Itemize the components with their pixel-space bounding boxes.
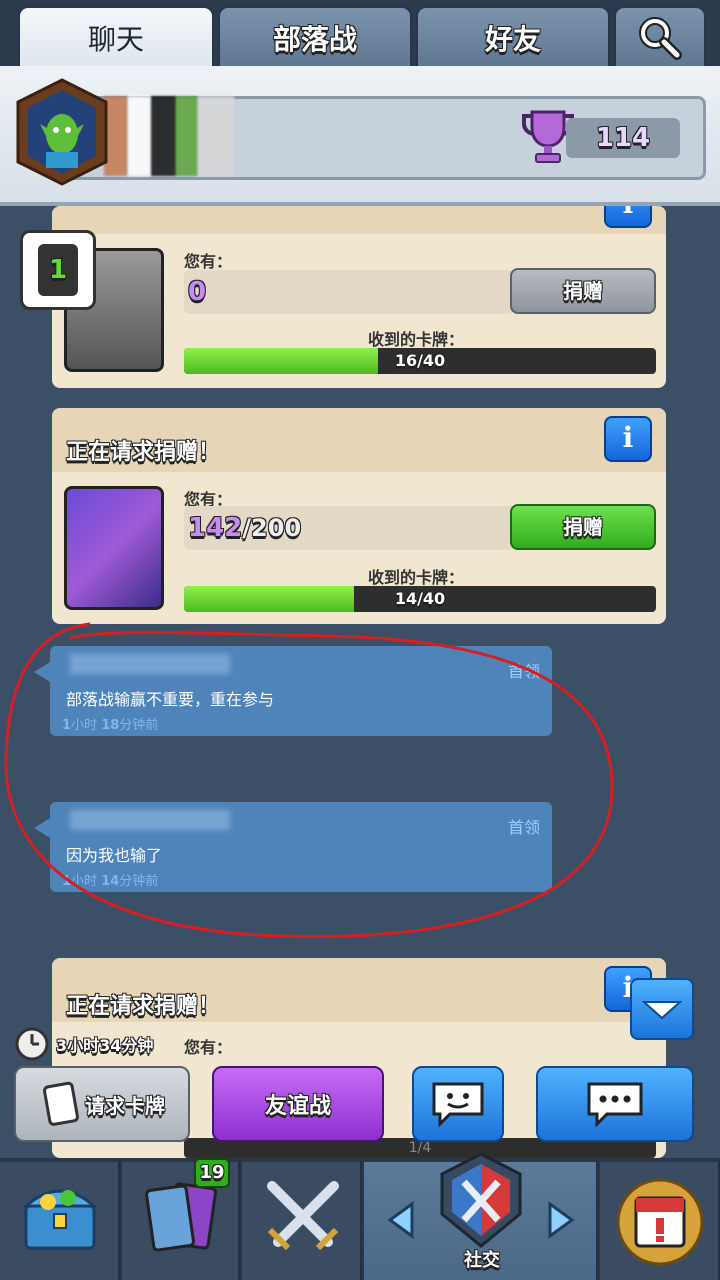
time-minutes: 14 xyxy=(101,874,120,889)
nav-shop[interactable] xyxy=(0,1162,120,1280)
clan-shield-icon xyxy=(440,1152,522,1248)
have-count-value: 0 xyxy=(188,277,207,307)
donate-button-label: 捐赠 xyxy=(563,515,603,539)
card-level-value: 1 xyxy=(48,255,68,285)
received-label: 收到的卡牌： xyxy=(368,330,465,349)
chevron-left-icon[interactable] xyxy=(386,1200,416,1240)
clock-icon xyxy=(15,1027,49,1061)
have-label: 您有： xyxy=(184,1038,233,1057)
tab-friends-label: 好友 xyxy=(484,23,541,56)
request-card-button[interactable]: 请求卡牌 xyxy=(14,1066,190,1142)
received-label: 收到的卡牌： xyxy=(368,568,465,587)
search-icon xyxy=(639,17,682,60)
chevron-down-icon xyxy=(641,1001,683,1020)
received-progress-bar: 16/40 xyxy=(184,348,656,374)
timer-text: 3小时34分钟 xyxy=(56,1036,154,1055)
redacted-sender-name xyxy=(70,810,230,830)
chat-button[interactable] xyxy=(536,1066,694,1142)
tab-clan-war[interactable]: 部落战 xyxy=(218,6,412,68)
have-label: 您有： xyxy=(184,252,233,271)
chat-timestamp: 1小时 18分钟前 xyxy=(62,714,158,733)
nav-battle[interactable] xyxy=(242,1162,362,1280)
donate-button[interactable]: 捐赠 xyxy=(510,504,656,550)
card-thumbnail xyxy=(64,486,164,610)
nav-social-label: 社交 xyxy=(464,1250,500,1271)
request-card-label: 请求卡牌 xyxy=(85,1093,165,1118)
crossed-swords-icon xyxy=(267,1181,339,1251)
clan-profile-bar: 114 xyxy=(0,66,720,206)
time-minutes: 18 xyxy=(101,718,120,733)
friendly-battle-button[interactable]: 友谊战 xyxy=(212,1066,384,1142)
nav-events[interactable] xyxy=(600,1162,720,1280)
time-hours-unit: 小时 xyxy=(71,874,98,889)
time-minutes-unit: 分钟前 xyxy=(119,718,159,733)
clan-badge-icon xyxy=(16,78,108,186)
treasure-chest-icon xyxy=(22,1189,98,1250)
chat-message: 首领 因为我也输了 1小时 14分钟前 xyxy=(34,802,552,892)
donate-button[interactable]: 捐赠 xyxy=(510,268,656,314)
card-icon xyxy=(43,1081,79,1126)
smiley-chat-icon xyxy=(432,1082,484,1128)
card-title: 正在请求捐赠！ xyxy=(66,994,221,1019)
tab-chat[interactable]: 聊天 xyxy=(18,6,214,68)
chat-message-text: 因为我也输了 xyxy=(66,846,163,865)
chat-sender-role: 首领 xyxy=(507,818,540,837)
have-count: 0 xyxy=(184,270,514,314)
redacted-clan-name xyxy=(104,96,234,176)
card-header xyxy=(52,206,666,234)
emote-button[interactable] xyxy=(412,1066,504,1142)
chat-message: 首领 部落战输赢不重要，重在参与 1小时 18分钟前 xyxy=(34,646,552,736)
received-progress-text: 14/40 xyxy=(394,589,446,608)
time-hours-unit: 小时 xyxy=(71,718,98,733)
have-count: 142/200 xyxy=(184,506,514,550)
time-hours: 1 xyxy=(62,718,72,733)
card-title: 正在请求捐赠！ xyxy=(66,440,221,465)
donation-request-card: i 您有： 0 捐赠 收到的卡牌： 16/40 xyxy=(52,206,666,388)
received-progress-bar: 14/40 xyxy=(184,586,656,612)
request-cooldown-timer: 3小时34分钟 xyxy=(14,1026,153,1062)
chat-message-text: 部落战输赢不重要，重在参与 xyxy=(66,690,275,709)
cards-count-badge: 19 xyxy=(194,1158,230,1188)
chat-bubble-icon xyxy=(587,1082,643,1128)
chat-timestamp: 1小时 14分钟前 xyxy=(62,870,158,889)
event-calendar-icon xyxy=(616,1178,704,1266)
scroll-to-bottom-button[interactable] xyxy=(630,978,694,1040)
chat-sender-role: 首领 xyxy=(507,662,540,681)
chat-tail xyxy=(34,662,50,682)
tab-chat-label: 聊天 xyxy=(87,23,144,56)
time-minutes-unit: 分钟前 xyxy=(119,874,159,889)
tab-friends[interactable]: 好友 xyxy=(416,6,610,68)
trophy-count: 114 xyxy=(566,118,680,158)
received-progress-text: 16/40 xyxy=(394,351,446,370)
chevron-right-icon[interactable] xyxy=(546,1200,576,1240)
cards-count-badge-value: 19 xyxy=(199,1162,225,1183)
donate-button-label: 捐赠 xyxy=(563,279,603,303)
donation-request-card: 正在请求捐赠！ i 您有： 142/200 捐赠 收到的卡牌： 14/40 xyxy=(52,408,666,624)
redacted-sender-name xyxy=(70,654,230,674)
friendly-battle-label: 友谊战 xyxy=(264,1094,331,1119)
have-count-value: 142 xyxy=(188,513,243,543)
card-level-badge: 1 xyxy=(20,230,96,310)
search-button[interactable] xyxy=(614,6,706,68)
trophy-count-value: 114 xyxy=(595,123,651,153)
chat-tail xyxy=(34,818,50,838)
top-tab-bar: 聊天 部落战 好友 xyxy=(0,0,720,68)
have-count-max: /200 xyxy=(242,514,302,542)
time-hours: 1 xyxy=(62,874,72,889)
tab-clan-war-label: 部落战 xyxy=(272,23,357,56)
info-button[interactable]: i xyxy=(604,416,652,462)
info-button[interactable]: i xyxy=(604,206,652,228)
